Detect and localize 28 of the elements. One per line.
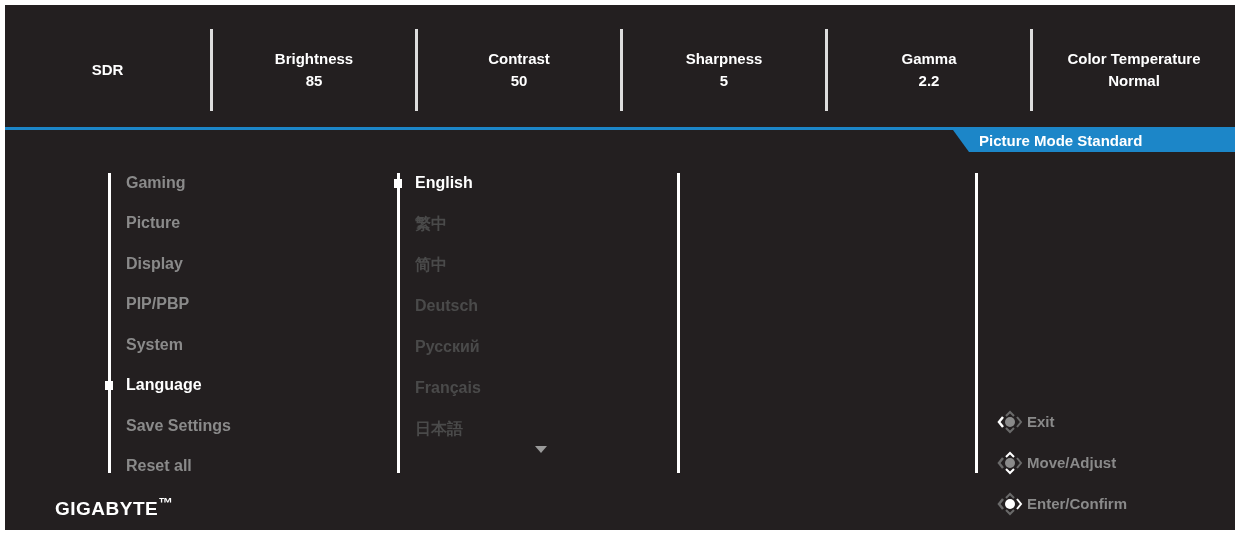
joystick-icon: [997, 492, 1023, 516]
setting-value: 50: [510, 71, 528, 91]
setting-label: SDR: [91, 60, 124, 80]
hint-label: Enter/Confirm: [1027, 493, 1127, 514]
brand-logo: GIGABYTE$^{™}$: [55, 495, 173, 521]
setting-value: 5: [719, 71, 729, 91]
setting-label: Gamma: [901, 49, 957, 69]
menu-item[interactable]: Language: [126, 373, 202, 398]
setting-label: Contrast: [488, 49, 550, 69]
joystick-icon: [997, 451, 1023, 475]
menu-item[interactable]: Display: [126, 251, 183, 276]
joystick-icon: [997, 410, 1023, 434]
menu-item[interactable]: System: [126, 332, 183, 357]
scroll-down-icon[interactable]: [535, 446, 547, 453]
setting-label: Brightness: [274, 49, 354, 69]
menu-item[interactable]: Reset all: [126, 453, 192, 478]
menu-item[interactable]: PIP/PBP: [126, 292, 190, 317]
hint-label: Move/Adjust: [1027, 452, 1117, 473]
setting-label: Color Temperature: [1067, 49, 1201, 69]
setting-value: Normal: [1108, 71, 1160, 91]
setting-label: Sharpness: [685, 49, 763, 69]
menu-item[interactable]: English: [415, 171, 473, 195]
menu-item[interactable]: Save Settings: [126, 413, 231, 438]
setting-value: 85: [305, 71, 323, 91]
hint-label: Exit: [1027, 411, 1055, 432]
menu-item[interactable]: Gaming: [126, 171, 186, 195]
setting-value: 2.2: [918, 71, 940, 91]
menu-item[interactable]: Picture: [126, 211, 181, 236]
